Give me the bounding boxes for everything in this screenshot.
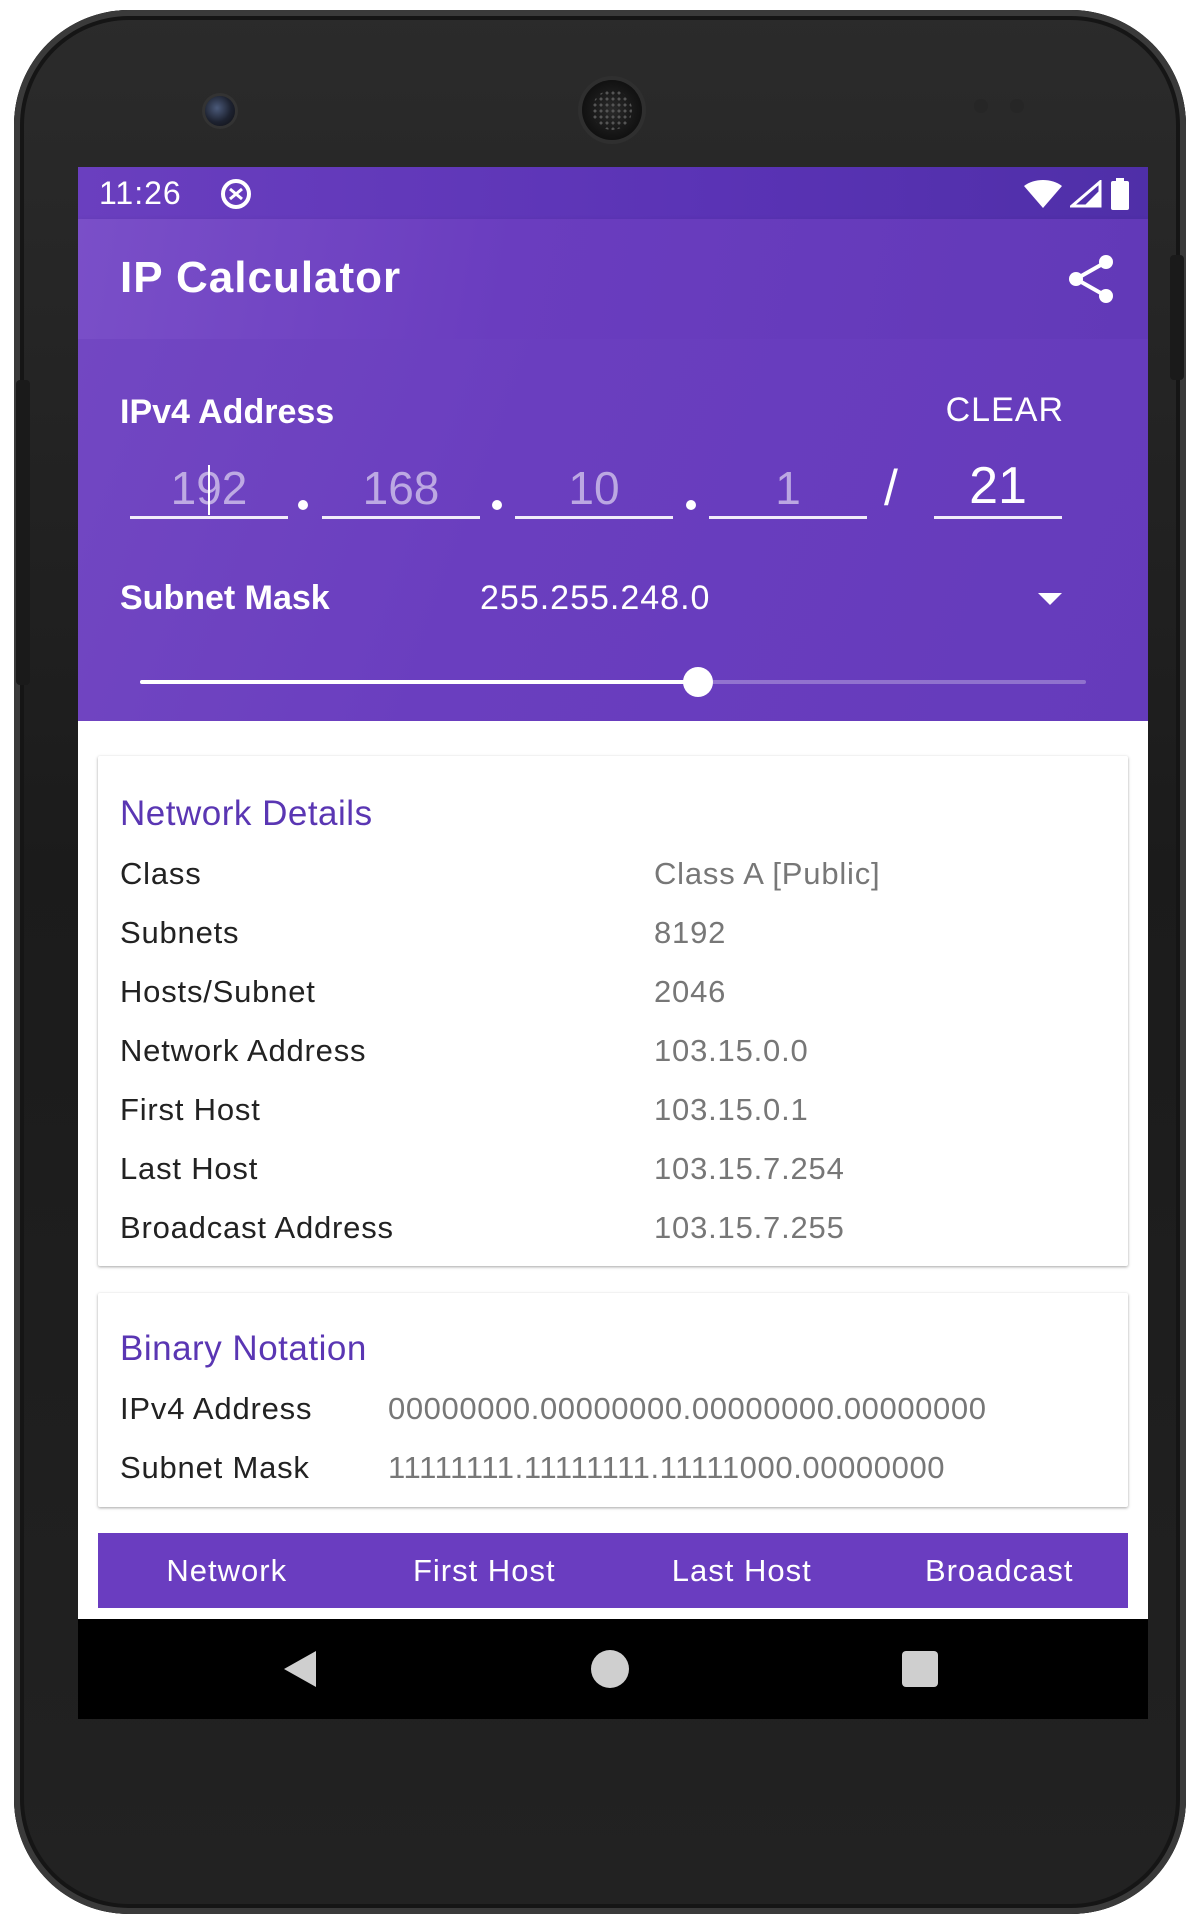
volume-button — [16, 380, 30, 685]
subnet-slider[interactable] — [140, 667, 1086, 697]
detail-label: Class — [120, 856, 202, 891]
power-button — [1170, 255, 1184, 380]
data-saver-icon — [221, 179, 251, 209]
subnet-mask-select[interactable]: 255.255.248.0 — [480, 579, 710, 618]
battery-icon — [1111, 178, 1129, 210]
last-host-button[interactable]: Last Host — [613, 1533, 871, 1608]
prefix-slash: / — [884, 460, 898, 516]
home-circle-icon[interactable] — [590, 1649, 630, 1689]
octet-4-input[interactable]: 1 — [709, 457, 867, 519]
network-details-title: Network Details — [120, 794, 373, 833]
binary-value: 11111111.11111111.11111000.00000000 — [388, 1450, 946, 1485]
back-triangle-icon[interactable] — [280, 1649, 320, 1689]
subnet-mask-label: Subnet Mask — [120, 579, 330, 617]
detail-label: Hosts/Subnet — [120, 974, 316, 1009]
octet-separator — [686, 500, 696, 510]
recents-square-icon[interactable] — [900, 1649, 940, 1689]
front-camera — [205, 96, 235, 126]
detail-value: 103.15.0.0 — [654, 1033, 809, 1068]
ipv4-address-label: IPv4 Address — [120, 393, 335, 431]
phone-frame: 11:26 IP Calculator IPv4 Address CLEAR 1… — [14, 10, 1186, 1914]
detail-label: Broadcast Address — [120, 1210, 394, 1245]
status-time: 11:26 — [99, 175, 182, 211]
octet-separator — [298, 500, 308, 510]
octet-separator — [492, 500, 502, 510]
clear-button[interactable]: CLEAR — [946, 391, 1064, 430]
binary-notation-title: Binary Notation — [120, 1329, 367, 1368]
octet-2-input[interactable]: 168 — [322, 457, 480, 519]
screen: 11:26 IP Calculator IPv4 Address CLEAR 1… — [78, 167, 1148, 1719]
system-nav-bar — [78, 1619, 1148, 1719]
earpiece-speaker — [582, 80, 642, 140]
detail-value: Class A [Public] — [654, 856, 881, 891]
network-button[interactable]: Network — [98, 1533, 356, 1608]
detail-value: 103.15.0.1 — [654, 1092, 809, 1127]
broadcast-button[interactable]: Broadcast — [871, 1533, 1129, 1608]
detail-value: 2046 — [654, 974, 727, 1009]
ip-input-panel: IPv4 Address CLEAR 192 168 10 1 / 21 Sub… — [78, 339, 1148, 721]
detail-label: Subnets — [120, 915, 240, 950]
cell-signal-icon — [1070, 180, 1102, 208]
binary-label: Subnet Mask — [120, 1450, 310, 1485]
binary-notation-card: Binary Notation IPv4 Address 00000000.00… — [98, 1293, 1128, 1507]
detail-value: 103.15.7.254 — [654, 1151, 845, 1186]
slider-thumb[interactable] — [683, 667, 714, 697]
share-icon[interactable] — [1064, 253, 1118, 305]
dropdown-arrow-icon[interactable] — [1036, 591, 1064, 607]
binary-value: 00000000.00000000.00000000.00000000 — [388, 1391, 987, 1426]
action-button-bar: Network First Host Last Host Broadcast — [98, 1533, 1128, 1608]
slider-fill — [140, 680, 699, 684]
app-bar: IP Calculator — [78, 219, 1148, 339]
app-title: IP Calculator — [120, 253, 402, 302]
prefix-length-input[interactable]: 21 — [934, 453, 1062, 519]
first-host-button[interactable]: First Host — [356, 1533, 614, 1608]
detail-label: Last Host — [120, 1151, 259, 1186]
status-bar: 11:26 — [78, 167, 1148, 219]
detail-value: 8192 — [654, 915, 727, 950]
octet-1-input[interactable]: 192 — [130, 457, 288, 519]
wifi-icon — [1024, 180, 1062, 208]
detail-label: First Host — [120, 1092, 261, 1127]
proximity-sensors — [974, 96, 1034, 116]
network-details-card: Network Details Class Class A [Public] S… — [98, 756, 1128, 1266]
detail-label: Network Address — [120, 1033, 367, 1068]
detail-value: 103.15.7.255 — [654, 1210, 845, 1245]
text-cursor — [208, 465, 210, 515]
octet-3-input[interactable]: 10 — [515, 457, 673, 519]
status-icons — [1024, 178, 1130, 210]
binary-label: IPv4 Address — [120, 1391, 313, 1426]
